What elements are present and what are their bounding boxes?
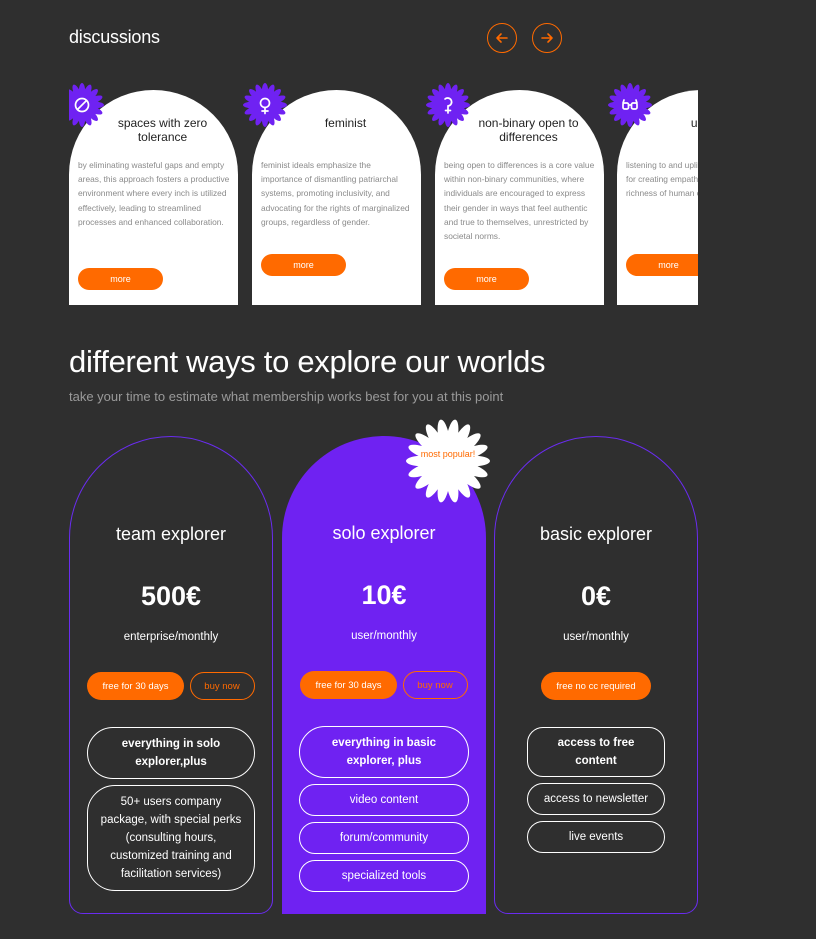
prohibited-icon [72,95,92,115]
most-popular-label: most popular! [420,449,476,459]
card-text: feminist ideals emphasize the importance… [261,160,410,227]
plan-feature: access to free content [527,727,665,777]
plan-feature: everything in basic explorer, plus [299,726,469,778]
plan-name: team explorer [115,524,227,544]
discussions-title: discussions [69,27,160,47]
plan-feature: video content [299,784,469,816]
membership-heading: different ways to explore our worlds [69,344,546,379]
card-more-button[interactable]: more [78,268,163,290]
plan-period: user/monthly [351,630,417,642]
plan-price: 10€ [361,580,407,610]
free-trial-button[interactable]: free for 30 days [87,672,184,700]
free-trial-button[interactable]: free for 30 days [300,671,397,699]
carousel-prev-button[interactable] [487,23,517,53]
card-more-button[interactable]: more [261,254,346,276]
card-text: by eliminating wasteful gaps and empty a… [78,160,230,227]
plan-period: user/monthly [563,631,629,643]
plan-feature: everything in solo explorer,plus [87,727,255,779]
female-symbol-icon [255,95,275,115]
glasses-icon [620,95,640,115]
arrow-right-icon [541,33,553,43]
plan-feature: live events [527,821,665,853]
plan-period: enterprise/monthly [123,631,219,643]
plan-card-solo: solo explorer 10€ user/monthly free for … [282,436,486,914]
discussion-card: unseen listening to and uplifting voices… [608,83,698,305]
buy-now-button[interactable]: buy now [402,671,468,699]
arrow-left-icon [496,33,508,43]
discussion-card: spaces with zero tolerance by eliminatin… [69,83,238,305]
free-no-cc-button[interactable]: free no cc required [541,672,651,700]
flower-badge-icon [406,419,490,503]
plan-name: solo explorer [332,523,436,543]
carousel-next-button[interactable] [532,23,562,53]
discussion-card: non-binary open to differences being ope… [426,83,604,305]
discussions-carousel: spaces with zero tolerance by eliminatin… [69,80,698,305]
card-text: listening to and uplifting voices is cru… [626,160,698,199]
nonbinary-symbol-icon [438,95,458,115]
plan-price: 0€ [580,581,612,611]
plan-feature: specialized tools [299,860,469,892]
card-title: unseen [690,116,698,130]
membership-subheading: take your time to estimate what membersh… [69,389,504,404]
card-title: non-binary open to differences [478,116,579,144]
buy-now-button[interactable]: buy now [189,672,255,700]
plan-card-basic: basic explorer 0€ user/monthly free no c… [494,436,698,914]
card-title: spaces with zero tolerance [117,116,208,144]
most-popular-badge: most popular! [405,418,491,504]
plan-feature: 50+ users company package, with special … [87,785,255,891]
plan-feature: access to newsletter [527,783,665,815]
plan-price: 500€ [140,581,202,611]
plan-name: basic explorer [539,524,653,544]
plan-card-team: team explorer 500€ enterprise/monthly fr… [69,436,273,914]
card-more-button[interactable]: more [444,268,529,290]
plan-feature: forum/community [299,822,469,854]
card-title: feminist [324,116,367,130]
discussion-card: feminist feminist ideals emphasize the i… [243,83,421,305]
card-text: being open to differences is a core valu… [444,160,595,242]
card-more-button[interactable]: more [626,254,698,276]
